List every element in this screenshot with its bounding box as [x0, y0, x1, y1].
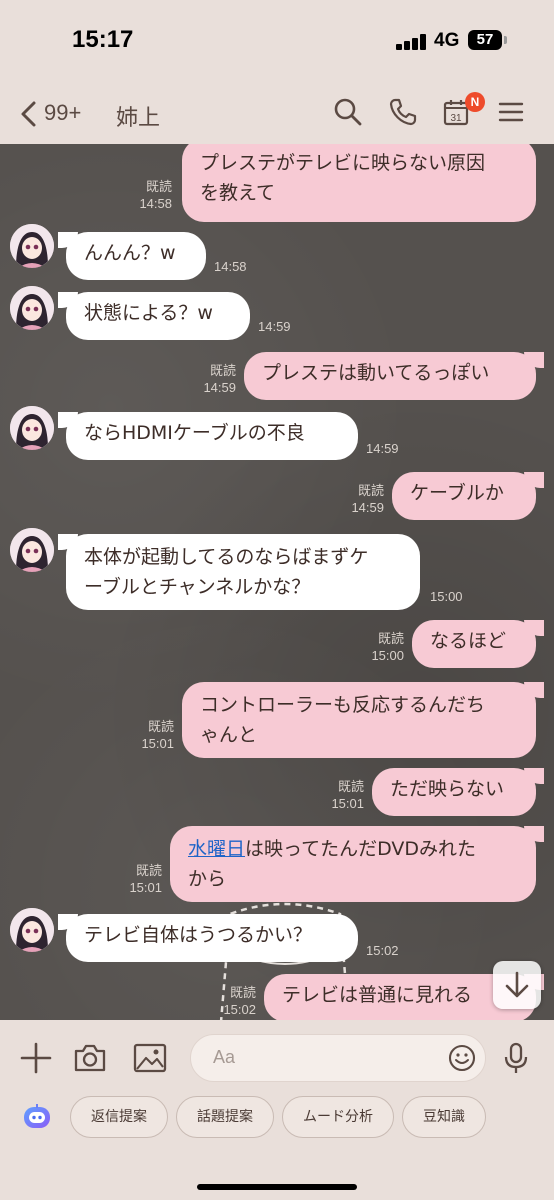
read-receipt: 既読	[357, 483, 384, 498]
emoji-icon[interactable]	[447, 1043, 477, 1073]
scroll-to-bottom-button[interactable]	[493, 961, 541, 1009]
message-bubble[interactable]: ただ映らない	[372, 768, 544, 816]
network-type: 4G	[434, 30, 460, 51]
message-bubble[interactable]: プレステは動いてるっぽい	[244, 352, 544, 400]
battery-icon: 57	[468, 30, 502, 50]
message-text: プレステは動いてるっぽい	[262, 362, 490, 384]
message-meta: 既読 15:01	[318, 778, 364, 812]
message-bubble[interactable]: 水曜日は映ってたんだDVDみれた から	[170, 826, 544, 902]
home-indicator	[197, 1184, 357, 1190]
message-meta: 既読 15:02	[210, 984, 256, 1018]
message-text: コントローラーも反応するんだち ゃんと	[200, 694, 486, 746]
read-receipt: 既読	[337, 779, 364, 794]
chat-title: 姉上	[116, 106, 161, 131]
message-text: ただ映らない	[390, 778, 505, 800]
plus-icon[interactable]	[18, 1040, 54, 1076]
back-chevron-icon[interactable]	[18, 100, 40, 128]
ai-assistant-icon[interactable]	[22, 1104, 52, 1130]
message-meta: 既読 14:58	[126, 178, 172, 212]
message-bubble[interactable]: テレビ自体はうつるかい？	[58, 914, 358, 962]
message-time: 15:00	[371, 648, 404, 663]
avatar[interactable]	[10, 908, 54, 952]
read-receipt: 既読	[147, 719, 174, 734]
message-text: んんん？w	[84, 242, 176, 264]
message-meta: 既読 15:01	[116, 862, 162, 896]
date-link[interactable]: 水曜日	[188, 838, 245, 860]
chat-screen: 15:17 4G 57 99+ 姉上 31 N プレステがテレビに映らない原因 …	[0, 0, 554, 1200]
avatar[interactable]	[10, 528, 54, 572]
message-bubble[interactable]: 本体が起動してるのならばまずケ ーブルとチャンネルかな？	[58, 534, 420, 610]
message-text: ケーブルか	[410, 482, 504, 504]
message-time: 15:00	[430, 589, 463, 604]
chip-mood-analysis[interactable]: ムード分析	[282, 1096, 394, 1138]
message-bubble[interactable]: ならHDMIケーブルの不良	[58, 412, 358, 460]
message-text: 本体が起動してるのならばまずケ ーブルとチャンネルかな？	[84, 546, 369, 598]
status-time: 15:17	[72, 26, 134, 53]
calendar-new-badge: N	[465, 92, 485, 112]
menu-icon[interactable]	[495, 96, 527, 128]
message-text: プレステがテレビに映らない原因 を教えて	[200, 152, 486, 204]
avatar[interactable]	[10, 406, 54, 450]
message-time: 14:59	[203, 380, 236, 395]
message-meta: 既読 15:01	[128, 718, 174, 752]
message-time: 14:58	[139, 196, 172, 211]
message-text: テレビ自体はうつるかい？	[84, 924, 313, 946]
message-text: 状態による？w	[84, 302, 213, 324]
message-bubble[interactable]: プレステがテレビに映らない原因 を教えて	[182, 144, 536, 222]
search-icon[interactable]	[332, 96, 364, 128]
message-input[interactable]: Aa	[190, 1034, 486, 1082]
message-text: ならHDMIケーブルの不良	[84, 422, 305, 444]
mic-icon[interactable]	[498, 1040, 534, 1076]
message-meta: 既読 14:59	[190, 362, 236, 396]
avatar[interactable]	[10, 286, 54, 330]
unread-count[interactable]: 99+	[44, 100, 81, 126]
status-bar: 15:17 4G 57	[0, 0, 554, 82]
message-time: 15:02	[366, 943, 399, 958]
message-time: 15:01	[331, 796, 364, 811]
message-bubble[interactable]: ケーブルか	[392, 472, 544, 520]
message-time: 14:59	[258, 319, 291, 334]
avatar[interactable]	[10, 224, 54, 268]
read-receipt: 既読	[377, 631, 404, 646]
read-receipt: 既読	[145, 179, 172, 194]
message-time: 15:02	[223, 1002, 256, 1017]
message-bubble[interactable]: 状態による？w	[58, 292, 250, 340]
message-meta: 既読 14:59	[338, 482, 384, 516]
phone-icon[interactable]	[387, 96, 419, 128]
read-receipt: 既読	[135, 863, 162, 878]
message-text: テレビは普通に見れる	[282, 984, 473, 1006]
read-receipt: 既読	[209, 363, 236, 378]
message-bubble[interactable]: なるほど	[412, 620, 544, 668]
chat-header: 99+ 姉上 31	[0, 82, 554, 144]
message-bubble[interactable]: んんん？w	[58, 232, 206, 280]
camera-icon[interactable]	[72, 1040, 108, 1076]
input-placeholder: Aa	[213, 1047, 236, 1067]
signal-icon	[396, 34, 430, 50]
chip-reply-suggestion[interactable]: 返信提案	[70, 1096, 168, 1138]
read-receipt: 既読	[229, 985, 256, 1000]
scroll-down-icon	[505, 971, 529, 998]
battery-tip	[504, 36, 507, 44]
image-icon[interactable]	[132, 1040, 168, 1076]
message-text: なるほど	[430, 630, 507, 652]
chip-topic-suggestion[interactable]: 話題提案	[176, 1096, 274, 1138]
message-list[interactable]: プレステがテレビに映らない原因 を教えて 既読 14:58 んんん？w 14:5…	[0, 144, 554, 1020]
message-time: 15:01	[141, 736, 174, 751]
message-time: 14:59	[366, 441, 399, 456]
message-time: 14:59	[351, 500, 384, 515]
message-time: 14:58	[214, 259, 247, 274]
svg-text:31: 31	[450, 113, 462, 124]
message-meta: 既読 15:00	[358, 630, 404, 664]
message-bubble[interactable]: コントローラーも反応するんだち ゃんと	[182, 682, 544, 758]
input-bar: Aa 返信提案 話題提案 ムード分析 豆知識	[0, 1020, 554, 1200]
chip-trivia[interactable]: 豆知識	[402, 1096, 486, 1138]
message-time: 15:01	[129, 880, 162, 895]
